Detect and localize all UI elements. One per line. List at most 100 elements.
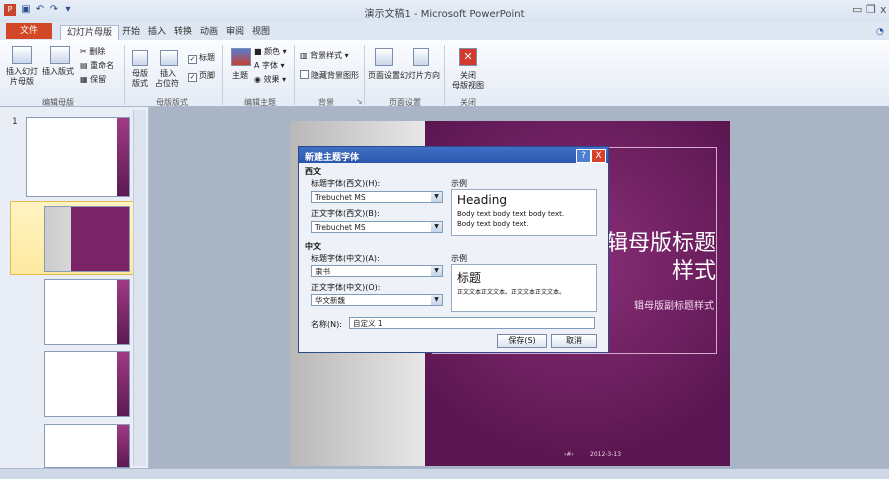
- sample-cn-body: 正文文本正文文本。正文文本正文文本。: [457, 289, 566, 296]
- status-bar: [0, 468, 889, 479]
- heading-font-cn-select[interactable]: 隶书 ▼: [311, 265, 443, 277]
- effects-button[interactable]: ◉ 效果 ▾: [254, 74, 286, 85]
- chevron-down-icon[interactable]: ▼: [431, 192, 442, 202]
- minimize-button[interactable]: ▭: [852, 3, 862, 16]
- sample-heading-text: Heading: [457, 193, 507, 207]
- hide-bg-label: 隐藏背景图形: [311, 71, 359, 80]
- insert-layout-label[interactable]: 插入版式: [42, 66, 74, 77]
- cancel-button[interactable]: 取消: [551, 334, 597, 348]
- ribbon-separator: [124, 45, 125, 105]
- slide-thumbnail-master[interactable]: [26, 117, 130, 197]
- ribbon-separator: [294, 45, 295, 105]
- slide-footer-date[interactable]: 2012-3-13: [590, 451, 621, 458]
- dialog-help-button[interactable]: ?: [576, 149, 591, 163]
- slides-pane-scrollbar[interactable]: [133, 110, 146, 466]
- insert-slide-master-icon[interactable]: [12, 46, 32, 64]
- fonts-button[interactable]: A 字体 ▾: [254, 60, 285, 71]
- preserve-button[interactable]: ▦ 保留: [80, 74, 106, 85]
- title-checkbox-label: 标题: [199, 53, 215, 62]
- dialog-close-button[interactable]: X: [591, 149, 606, 163]
- body-font-cn-label: 正文字体(中文)(O):: [311, 283, 381, 292]
- hide-background-checkbox[interactable]: 隐藏背景图形: [300, 70, 359, 81]
- heading-font-cn-value: 隶书: [315, 267, 330, 276]
- heading-font-western-select[interactable]: Trebuchet MS ▼: [311, 191, 443, 203]
- heading-font-western-value: Trebuchet MS: [315, 193, 366, 202]
- tab-file[interactable]: 文件: [6, 23, 52, 39]
- title-checkbox[interactable]: ✓ 标题: [188, 52, 215, 64]
- sample-cn-heading: 标题: [457, 271, 482, 285]
- preserve-label: 保留: [90, 75, 107, 84]
- heading-font-western-label: 标题字体(西文)(H):: [311, 179, 381, 188]
- effects-label: 效果: [263, 75, 280, 84]
- slide-orientation-icon[interactable]: [413, 48, 429, 66]
- ribbon-tabs: 文件 幻灯片母版 开始 插入 转换 动画 审阅 视图 ◔: [0, 22, 889, 40]
- footer-checkbox[interactable]: ✓ 页脚: [188, 70, 215, 82]
- sample-western-preview: Heading Body text body text body text. B…: [451, 189, 597, 236]
- colors-button[interactable]: ■ 颜色 ▾: [254, 46, 287, 57]
- slide-subtitle-placeholder[interactable]: 辑母版副标题样式: [600, 297, 714, 312]
- master-layout-icon[interactable]: [132, 50, 148, 66]
- chevron-down-icon[interactable]: ▼: [431, 222, 442, 232]
- tab-view[interactable]: 视图: [246, 25, 276, 39]
- save-button[interactable]: 保存(S): [497, 334, 547, 348]
- slide-title-placeholder[interactable]: 辑母版标题样式: [596, 230, 716, 286]
- theme-name-input[interactable]: 自定义 1: [349, 317, 595, 329]
- ribbon-separator: [222, 45, 223, 105]
- thumbnail-purple-panel: [71, 207, 129, 271]
- body-font-cn-select[interactable]: 华文新魏 ▼: [311, 294, 443, 306]
- ribbon-separator: [364, 45, 365, 105]
- body-font-western-select[interactable]: Trebuchet MS ▼: [311, 221, 443, 233]
- heading-font-cn-label: 标题字体(中文)(A):: [311, 254, 380, 263]
- slide-thumbnail-layout-3[interactable]: [44, 351, 130, 417]
- delete-label: 删除: [89, 47, 106, 56]
- slide-footer-number[interactable]: ‹#›: [564, 451, 574, 458]
- insert-slide-master-label-2[interactable]: 片母版: [10, 76, 34, 87]
- rename-button[interactable]: ▤ 重命名: [80, 60, 114, 71]
- slide-thumbnail-layout-1[interactable]: [44, 206, 130, 272]
- sample-body-text-2: Body text body text.: [457, 220, 529, 228]
- slide-number: 1: [12, 117, 18, 127]
- close-master-view-icon[interactable]: ✕: [459, 48, 477, 66]
- dialog-title: 新建主题字体: [305, 153, 360, 163]
- name-label: 名称(N):: [311, 320, 342, 329]
- body-font-cn-value: 华文新魏: [315, 296, 345, 305]
- restore-button[interactable]: ❐: [866, 3, 876, 16]
- western-section-header: 西文: [305, 167, 321, 176]
- tab-slide-master[interactable]: 幻灯片母版: [60, 25, 120, 40]
- footer-checkbox-label: 页脚: [199, 71, 215, 80]
- rename-label: 重命名: [90, 61, 115, 70]
- east-asian-section-header: 中文: [305, 242, 321, 251]
- new-theme-fonts-dialog: 新建主题字体 ? X 西文 标题字体(西文)(H): Trebuchet MS …: [298, 146, 609, 353]
- ribbon: 插入幻灯 片母版 插入版式 ✂ 删除 ▤ 重命名 ▦ 保留 编辑母版 母版 版式…: [0, 40, 889, 107]
- theme-name-value: 自定义 1: [353, 319, 383, 328]
- master-layout-label-2[interactable]: 版式: [132, 78, 148, 89]
- ribbon-separator: [444, 45, 445, 105]
- sample-cn-preview: 标题 正文文本正文文本。正文文本正文文本。: [451, 264, 597, 312]
- title-bar: P ▣ ↶ ↷ ▾ 演示文稿1 - Microsoft PowerPoint ▭…: [0, 0, 889, 22]
- page-setup-label[interactable]: 页面设置: [368, 70, 400, 81]
- sample-western-label: 示例: [451, 179, 467, 188]
- theme-label[interactable]: 主题: [232, 70, 248, 81]
- page-setup-icon[interactable]: [375, 48, 393, 66]
- help-icon[interactable]: ◔: [870, 25, 889, 39]
- chevron-down-icon[interactable]: ▼: [431, 295, 442, 305]
- sample-body-text-1: Body text body text body text.: [457, 210, 565, 218]
- fonts-label: 字体: [262, 61, 279, 70]
- theme-icon[interactable]: [231, 48, 251, 66]
- insert-placeholder-icon[interactable]: [160, 50, 178, 66]
- slide-thumbnail-layout-2[interactable]: [44, 279, 130, 345]
- background-dialog-launcher-icon[interactable]: ↘: [356, 97, 363, 106]
- background-styles-button[interactable]: ▥ 背景样式 ▾: [300, 50, 349, 61]
- insert-placeholder-label-2[interactable]: 占位符: [155, 78, 179, 89]
- close-master-view-label-2[interactable]: 母版视图: [452, 80, 484, 91]
- slide-thumbnail-layout-4[interactable]: [44, 424, 130, 468]
- dialog-title-bar: 新建主题字体 ? X: [299, 147, 608, 163]
- insert-layout-icon[interactable]: [50, 46, 70, 64]
- sample-cn-label: 示例: [451, 254, 467, 263]
- slide-orientation-label[interactable]: 幻灯片方向: [400, 70, 440, 81]
- delete-button[interactable]: ✂ 删除: [80, 46, 105, 57]
- window-title: 演示文稿1 - Microsoft PowerPoint: [364, 9, 525, 20]
- close-window-button[interactable]: x: [880, 3, 887, 16]
- chevron-down-icon[interactable]: ▼: [431, 266, 442, 276]
- colors-label: 颜色: [264, 47, 281, 56]
